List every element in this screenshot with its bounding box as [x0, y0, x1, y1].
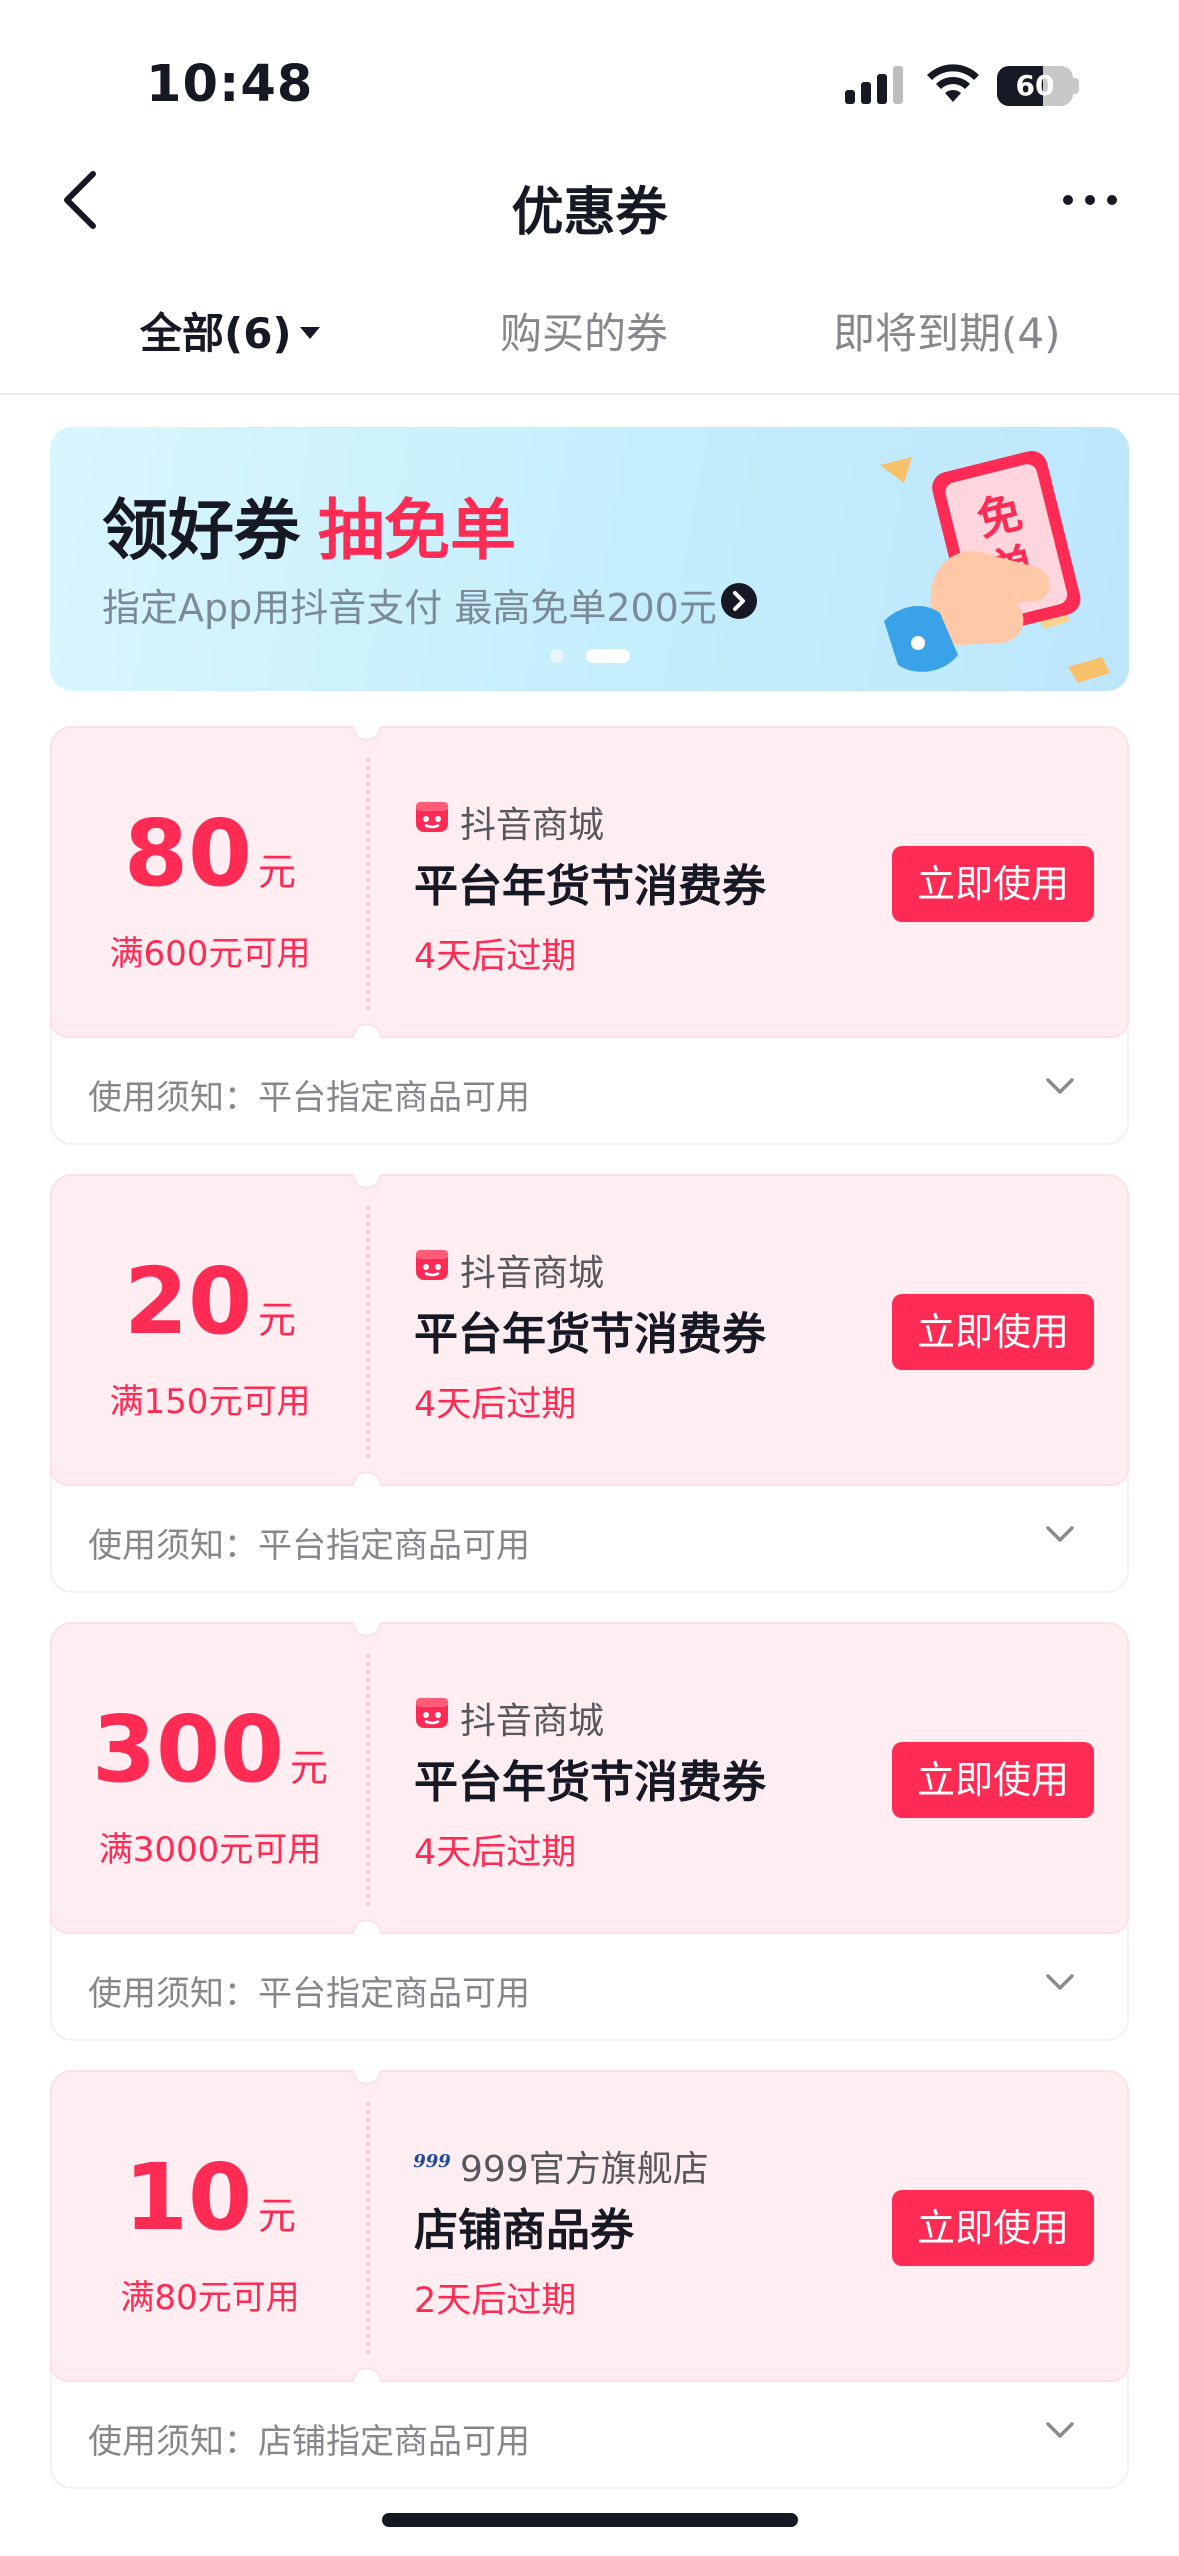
coupon-shop-name: 抖音商城 — [460, 1701, 605, 1742]
coupon-card: 20 元 满150元可用 抖音商城 平台年货节消费券 4天后过期 立即使用 使用须… — [50, 1174, 1129, 1593]
coupon-amount: 300 元 — [52, 1696, 368, 1803]
more-options-icon[interactable] — [1060, 188, 1120, 212]
coupon-amount-value: 300 — [91, 1696, 285, 1803]
coupon-name: 平台年货节消费券 — [414, 861, 766, 912]
banner-subtitle: 指定App用抖音支付 最高免单200元 — [102, 586, 717, 630]
coupon-tabs: 全部(6) 购买的券 即将到期(4) — [0, 280, 1179, 380]
banner-title: 领好券 抽免单 — [102, 477, 516, 573]
999-logo-icon: 999 — [414, 2151, 450, 2172]
coupon-usage-notice[interactable]: 使用须知：店铺指定商品可用 — [88, 2414, 530, 2463]
douyin-mall-icon — [416, 1698, 448, 1728]
promo-banner[interactable]: 领好券抽免单 指定App用抖音支付 最高免单200元 免 单 — [50, 427, 1129, 691]
tab-all[interactable]: 全部(6) — [140, 300, 320, 361]
use-now-button[interactable]: 立即使用 — [892, 2190, 1094, 2266]
coupon-condition: 满80元可用 — [120, 2278, 300, 2318]
use-now-button[interactable]: 立即使用 — [892, 846, 1094, 922]
nav-bar: 优惠券 — [0, 150, 1179, 250]
coupon-shop-name: 抖音商城 — [460, 805, 605, 846]
coupon-usage-notice[interactable]: 使用须知：平台指定商品可用 — [88, 1966, 530, 2015]
arrow-right-circle-icon[interactable] — [720, 582, 758, 620]
coupon-expiry: 4天后过期 — [414, 1833, 577, 1873]
coupon-amount-unit: 元 — [290, 1746, 329, 1790]
douyin-mall-icon — [416, 802, 448, 832]
coupon-shop-name: 抖音商城 — [460, 1253, 605, 1294]
coupon-body: 10 元 满80元可用 999 999官方旗舰店 店铺商品券 2天后过期 立即使用 — [50, 2070, 1129, 2382]
tabs-divider — [0, 393, 1179, 395]
coupon-amount-value: 20 — [123, 1248, 252, 1355]
use-now-button[interactable]: 立即使用 — [892, 1294, 1094, 1370]
page-title: 优惠券 — [511, 183, 668, 243]
battery-indicator: 60 — [997, 66, 1079, 106]
coupon-body: 300 元 满3000元可用 抖音商城 平台年货节消费券 4天后过期 立即使用 — [50, 1622, 1129, 1934]
coupon-expiry: 2天后过期 — [414, 2281, 577, 2321]
shop-logo-text: 999 — [414, 2151, 450, 2172]
coupon-name: 店铺商品券 — [414, 2205, 634, 2256]
coupon-expiry: 4天后过期 — [414, 937, 577, 977]
douyin-mall-icon — [416, 1250, 448, 1280]
coupon-name: 平台年货节消费券 — [414, 1757, 766, 1808]
coupon-amount-unit: 元 — [258, 2194, 297, 2238]
coupon-amount: 20 元 — [52, 1248, 368, 1355]
chevron-down-icon[interactable] — [1043, 1967, 1077, 1997]
coupon-amount-unit: 元 — [258, 850, 297, 894]
tab-all-label: 全部(6) — [140, 309, 292, 358]
tab-purchased[interactable]: 购买的券 — [500, 300, 668, 361]
coupon-card: 80 元 满600元可用 抖音商城 平台年货节消费券 4天后过期 立即使用 使用须… — [50, 726, 1129, 1145]
home-indicator[interactable] — [382, 2513, 798, 2527]
coupon-condition: 满600元可用 — [109, 934, 311, 974]
banner-highlight: 抽免单 — [318, 492, 516, 569]
chevron-down-icon[interactable] — [1043, 1071, 1077, 1101]
carousel-dot-active — [586, 649, 630, 663]
status-bar: 10:48 60 — [0, 0, 1179, 150]
banner-title-text: 领好券 — [102, 492, 300, 569]
coupon-amount-value: 80 — [123, 800, 252, 907]
coupon-shop-name: 999官方旗舰店 — [460, 2149, 709, 2190]
coupon-amount-value: 10 — [123, 2144, 252, 2251]
wifi-icon — [927, 64, 979, 102]
coupon-condition: 满3000元可用 — [98, 1830, 322, 1870]
coupon-card: 10 元 满80元可用 999 999官方旗舰店 店铺商品券 2天后过期 立即使用… — [50, 2070, 1129, 2489]
hand-holding-ticket-icon: 免 单 — [880, 450, 1110, 683]
coupon-body: 80 元 满600元可用 抖音商城 平台年货节消费券 4天后过期 立即使用 — [50, 726, 1129, 1038]
chevron-down-icon[interactable] — [1043, 2415, 1077, 2445]
battery-percent: 60 — [1015, 69, 1055, 102]
coupon-usage-notice[interactable]: 使用须知：平台指定商品可用 — [88, 1070, 530, 1119]
tab-expiring-soon[interactable]: 即将到期(4) — [833, 300, 1061, 361]
coupon-expiry: 4天后过期 — [414, 1385, 577, 1425]
coupon-body: 20 元 满150元可用 抖音商城 平台年货节消费券 4天后过期 立即使用 — [50, 1174, 1129, 1486]
coupon-amount: 10 元 — [52, 2144, 368, 2251]
caret-down-icon — [299, 326, 320, 339]
coupon-card: 300 元 满3000元可用 抖音商城 平台年货节消费券 4天后过期 立即使用 使… — [50, 1622, 1129, 2041]
coupon-amount-unit: 元 — [258, 1298, 297, 1342]
coupon-amount: 80 元 — [52, 800, 368, 907]
coupon-name: 平台年货节消费券 — [414, 1309, 766, 1360]
status-time: 10:48 — [146, 55, 314, 114]
carousel-dot — [550, 649, 564, 663]
use-now-button[interactable]: 立即使用 — [892, 1742, 1094, 1818]
coupon-condition: 满150元可用 — [109, 1382, 311, 1422]
chevron-down-icon[interactable] — [1043, 1519, 1077, 1549]
coupon-usage-notice[interactable]: 使用须知：平台指定商品可用 — [88, 1518, 530, 1567]
cellular-signal-icon — [845, 66, 903, 104]
